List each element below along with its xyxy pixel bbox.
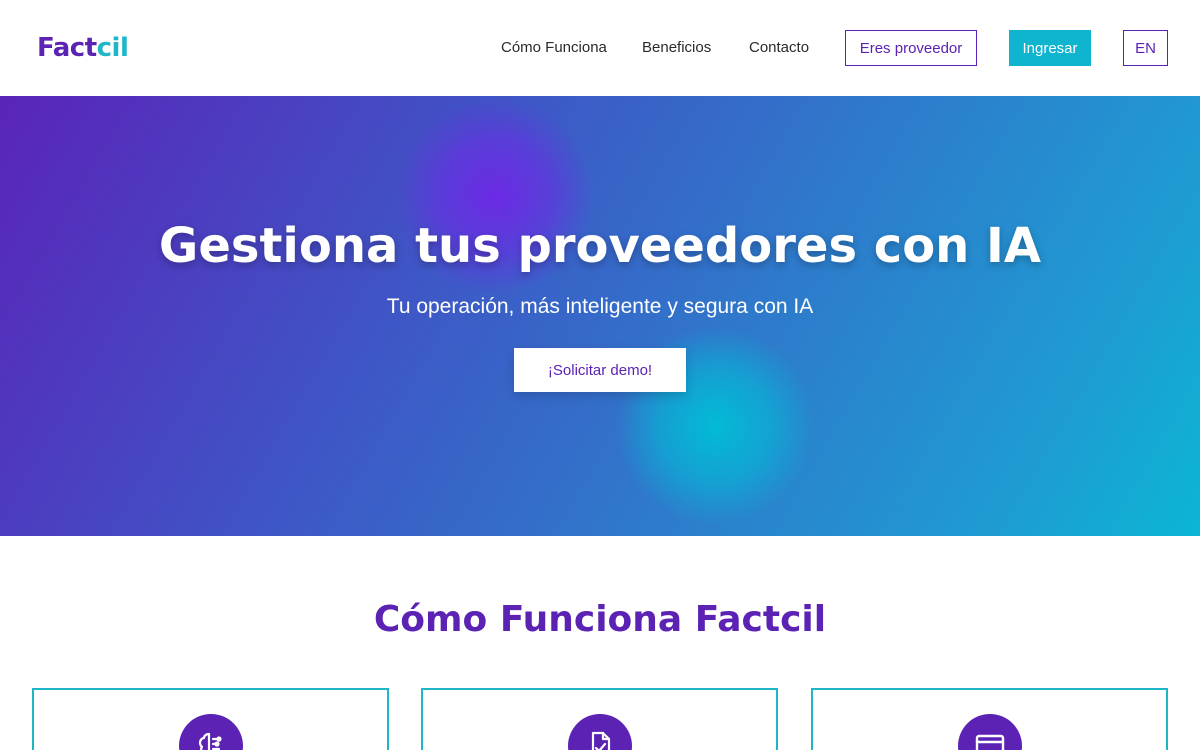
nav-link-como-funciona[interactable]: Cómo Funciona xyxy=(501,38,607,58)
hero-subtitle: Tu operación, más inteligente y segura c… xyxy=(386,295,814,318)
brain-icon xyxy=(178,714,243,750)
language-toggle-button[interactable]: EN xyxy=(1123,30,1168,66)
provider-button[interactable]: Eres proveedor xyxy=(845,30,977,66)
site-header: Factcil Cómo Funciona Beneficios Contact… xyxy=(0,0,1200,96)
how-it-works-card-3 xyxy=(811,688,1168,750)
hero-section: Gestiona tus proveedores con IA Tu opera… xyxy=(0,96,1200,536)
credit-card-icon xyxy=(957,714,1022,750)
how-it-works-card-1 xyxy=(32,688,389,750)
request-demo-button[interactable]: ¡Solicitar demo! xyxy=(514,348,686,392)
nav-link-contacto[interactable]: Contacto xyxy=(749,38,809,58)
factcil-logo[interactable]: Factcil xyxy=(37,33,129,63)
how-it-works-title: Cómo Funciona Factcil xyxy=(373,599,827,640)
login-button[interactable]: Ingresar xyxy=(1009,30,1091,66)
hero-title: Gestiona tus proveedores con IA xyxy=(158,218,1042,274)
nav-link-beneficios[interactable]: Beneficios xyxy=(642,38,711,58)
document-check-icon xyxy=(567,714,632,750)
logo-text-part2: cil xyxy=(96,33,129,63)
how-it-works-card-2 xyxy=(421,688,778,750)
logo-text-part1: Fact xyxy=(37,33,97,63)
